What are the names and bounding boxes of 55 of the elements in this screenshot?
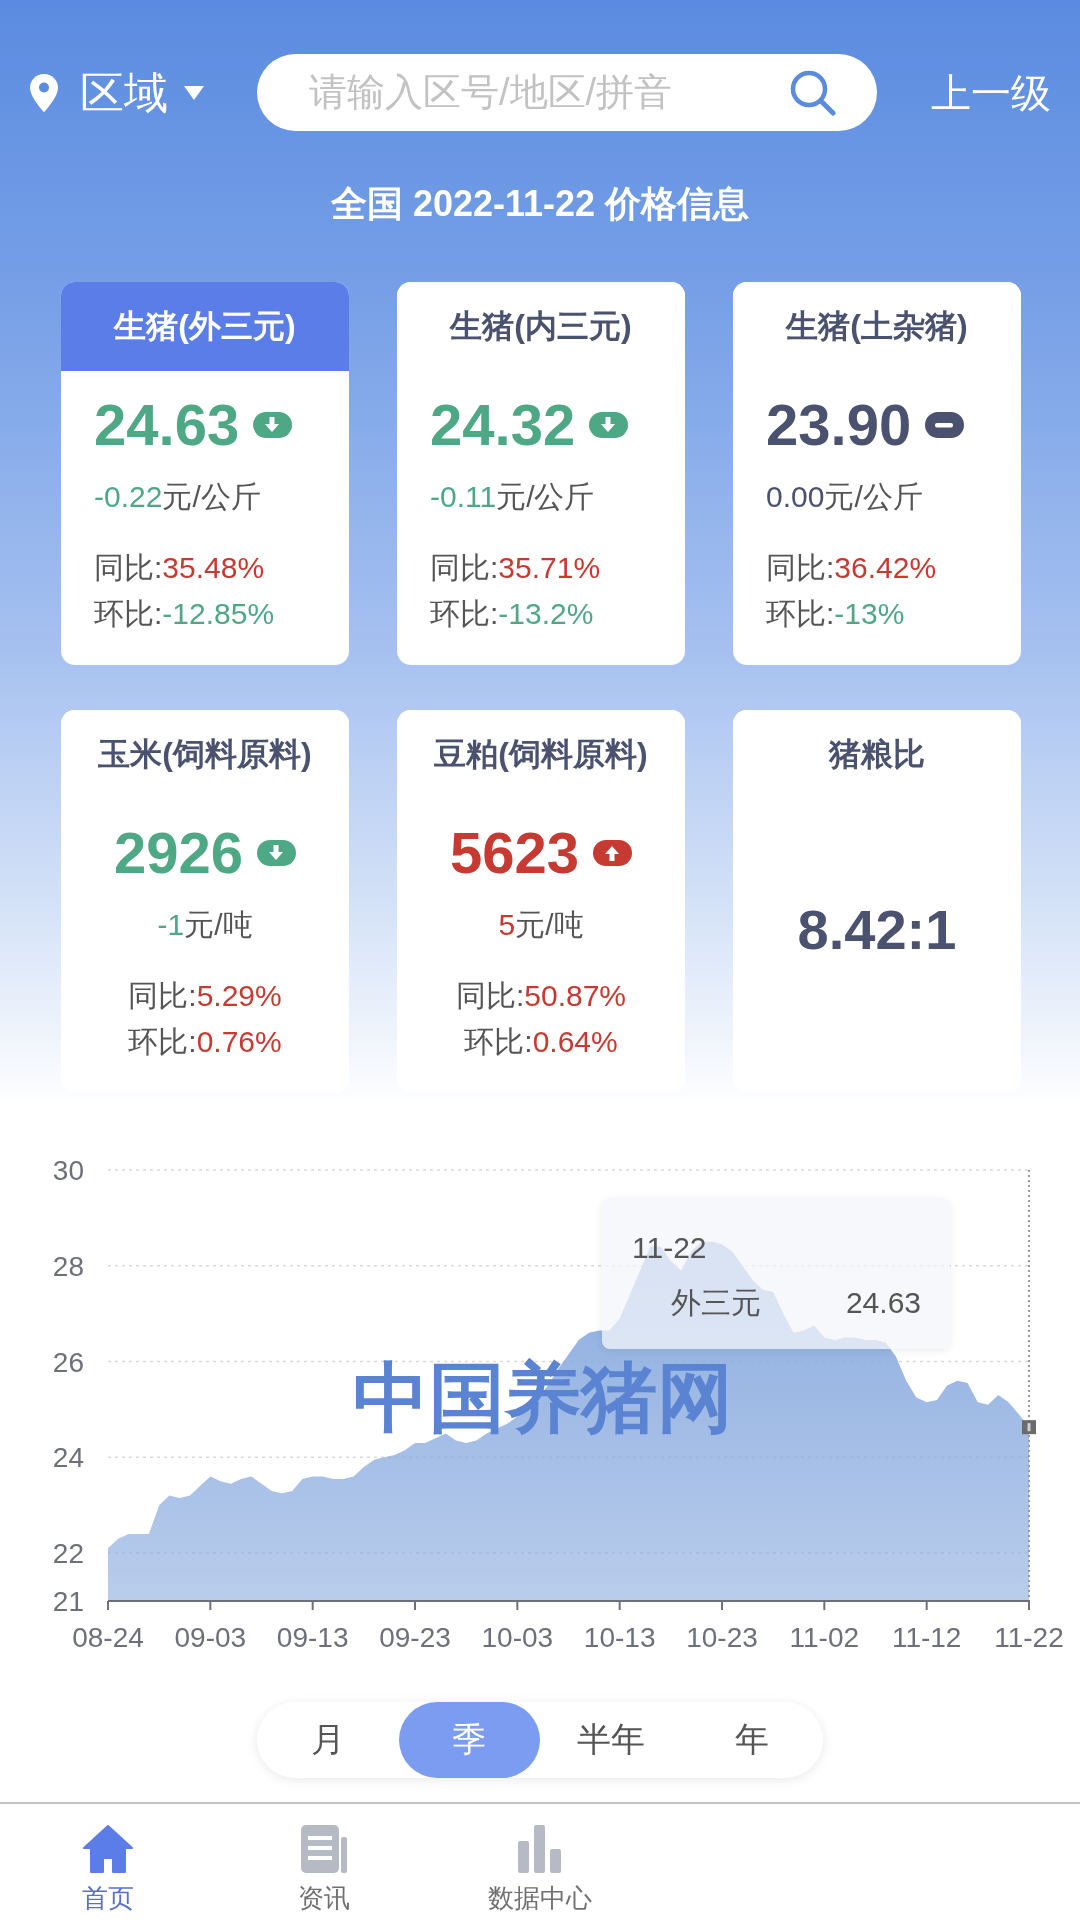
document-icon (298, 1823, 350, 1875)
comparison-text: 环比:-13.2% (430, 596, 594, 632)
card-header[interactable]: 生猪(外三元) (61, 282, 349, 371)
comparison-text: 同比:35.48% (94, 550, 265, 586)
axis-label: 21 (52, 1586, 84, 1617)
axis-label: 09-13 (276, 1622, 349, 1653)
price-change-text: 5元/吨 (498, 907, 584, 943)
comparison-text: 同比:35.71% (430, 550, 601, 586)
price-value: 24.32 (430, 393, 576, 457)
comparison-text: 环比:-12.85% (94, 596, 275, 632)
price-change-text: -0.11元/公斤 (430, 479, 595, 515)
price-change-text: -1元/吨 (157, 907, 253, 943)
page-title: 全国 2022-11-22 价格信息 (329, 182, 751, 226)
price-value: 24.63 (94, 393, 240, 457)
search-field[interactable]: 请输入区号/地区/拼音 (257, 54, 877, 131)
comparison-text: 环比:-13% (766, 596, 905, 632)
axis-label: 10-13 (583, 1622, 656, 1653)
price-value: 5623 (450, 821, 579, 885)
nav-tab[interactable]: 数据中心 (432, 1804, 648, 1920)
price-change-text: -0.22元/公斤 (94, 479, 261, 515)
axis-label: 09-23 (379, 1622, 451, 1653)
comparison-text: 同比:50.87% (455, 978, 627, 1014)
price-change-text: 0.00元/公斤 (766, 479, 923, 515)
period-tab[interactable]: 月 (257, 1702, 399, 1778)
nav-tab[interactable]: 首页 (0, 1804, 216, 1920)
axis-label: 24 (52, 1442, 84, 1474)
axis-label: 11-12 (891, 1622, 962, 1653)
location-pin-icon (30, 73, 58, 112)
axis-label: 11-22 (994, 1622, 1064, 1653)
axis-label: 30 (52, 1155, 84, 1186)
home-icon (82, 1823, 134, 1875)
price-value: 23.90 (766, 393, 912, 457)
axis-label: 09-03 (174, 1622, 247, 1653)
axis-label: 10-23 (686, 1622, 758, 1653)
comparison-text: 环比:0.76% (128, 1024, 282, 1060)
axis-label: 22 (52, 1538, 84, 1570)
nav-tab[interactable]: 资讯 (216, 1804, 432, 1920)
axis-label: 11-02 (789, 1622, 860, 1653)
period-tab[interactable]: 年 (681, 1702, 823, 1778)
comparison-text: 同比:5.29% (128, 978, 282, 1014)
caret-icon (184, 85, 204, 100)
tooltip-series: 外三元 (671, 1285, 761, 1321)
point-marker-icon (1022, 1420, 1036, 1435)
axis-label: 28 (52, 1250, 84, 1282)
search-icon[interactable] (788, 68, 836, 116)
ratio-value: 8.42:1 (797, 898, 957, 962)
comparison-text: 环比:0.64% (464, 1024, 618, 1060)
tooltip-date: 11-22 (632, 1230, 707, 1266)
tooltip-value: 24.63 (845, 1285, 921, 1321)
axis-label: 10-03 (481, 1622, 554, 1653)
period-tab[interactable]: 半年 (540, 1702, 682, 1778)
axis-label: 08-24 (72, 1622, 144, 1653)
price-value: 2926 (114, 821, 243, 885)
comparison-text: 同比:36.42% (766, 550, 937, 586)
axis-label: 26 (52, 1346, 84, 1378)
